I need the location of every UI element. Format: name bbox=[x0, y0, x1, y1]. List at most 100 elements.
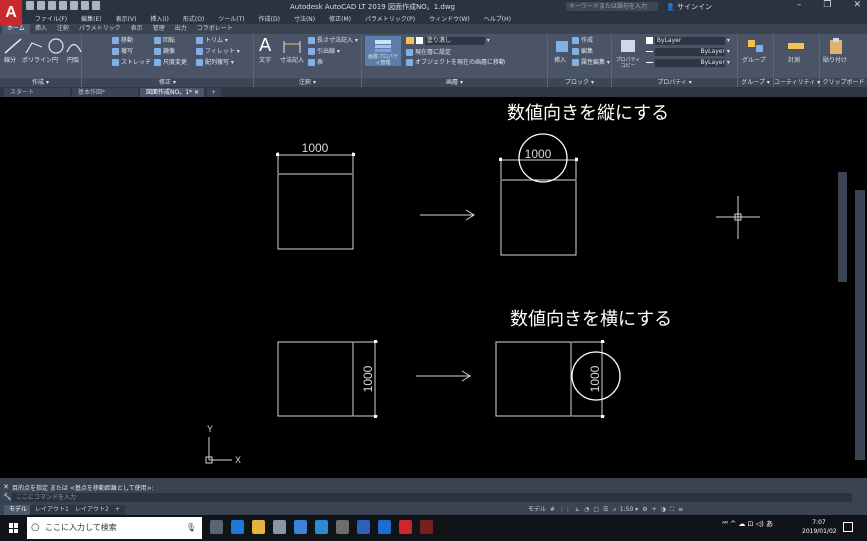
clipboard-panel-title[interactable]: クリップボード bbox=[820, 78, 867, 87]
edit-attributes-button[interactable]: 属性編集 ▾ bbox=[572, 59, 610, 67]
add-layout-button[interactable]: + bbox=[110, 505, 126, 515]
match-properties-label[interactable]: プロパティコピー bbox=[614, 57, 642, 69]
table-button[interactable]: 表 bbox=[308, 59, 323, 67]
square-3[interactable] bbox=[277, 341, 354, 417]
annotation-panel-title[interactable]: 注釈 ▾ bbox=[254, 78, 361, 87]
autocad-taskbar-icon[interactable] bbox=[399, 520, 412, 534]
insert-label[interactable]: 挿入 bbox=[554, 57, 566, 65]
insert-block-icon[interactable] bbox=[552, 37, 572, 55]
polar-icon[interactable]: ◔ bbox=[584, 505, 589, 515]
polyline-icon[interactable] bbox=[24, 37, 44, 55]
dimension-label[interactable]: 寸法記入 bbox=[280, 57, 304, 65]
grip-2a[interactable] bbox=[499, 158, 502, 161]
menu-item-2[interactable]: 表示(V) bbox=[109, 14, 144, 23]
dimension-text-4[interactable]: 1000 bbox=[588, 365, 602, 392]
app-icon-3[interactable] bbox=[420, 520, 433, 534]
menu-item-10[interactable]: ウィンドウ(W) bbox=[422, 14, 477, 23]
color-dropdown[interactable]: ByLayer ▾ bbox=[646, 37, 730, 45]
mail-icon[interactable] bbox=[273, 520, 286, 534]
group-icon[interactable] bbox=[746, 37, 766, 55]
close-button[interactable]: ✕ bbox=[853, 0, 861, 10]
square-2[interactable] bbox=[500, 179, 577, 256]
close-tab-icon[interactable]: ✕ bbox=[194, 89, 199, 96]
properties-panel-title[interactable]: プロパティ ▾ bbox=[612, 78, 737, 87]
taskbar-search-input[interactable]: ○ ここに入力して検索 🎙 bbox=[27, 517, 202, 539]
undo-icon[interactable] bbox=[81, 1, 89, 10]
menu-item-6[interactable]: 作成(D) bbox=[252, 14, 287, 23]
dimension-icon[interactable] bbox=[282, 38, 302, 56]
properties-palette-tab[interactable] bbox=[838, 172, 847, 282]
stretch-button[interactable]: ストレッチ bbox=[112, 59, 151, 67]
save-icon[interactable] bbox=[48, 1, 56, 10]
linetype-dropdown[interactable]: ByLayer ▾ bbox=[646, 59, 730, 67]
dimension-text-1[interactable]: 1000 bbox=[302, 141, 329, 155]
customize-icon[interactable]: ≡ bbox=[678, 505, 683, 515]
mirror-button[interactable]: 鏡像 bbox=[154, 48, 175, 56]
menu-item-5[interactable]: ツール(T) bbox=[211, 14, 251, 23]
linear-dimension-button[interactable]: 長さ寸法記入 ▾ bbox=[308, 37, 358, 45]
close-command-icon[interactable]: ✕ bbox=[3, 483, 9, 491]
task-view-icon[interactable] bbox=[210, 520, 223, 534]
ribbon-tab-0[interactable]: ホーム bbox=[2, 24, 30, 34]
minimize-button[interactable]: – bbox=[797, 0, 802, 10]
leader-button[interactable]: 引出線 ▾ bbox=[308, 48, 340, 56]
text-label[interactable]: 文字 bbox=[259, 57, 271, 65]
app-icon-2[interactable] bbox=[357, 520, 370, 534]
media-icon[interactable] bbox=[336, 520, 349, 534]
menu-item-1[interactable]: 編集(E) bbox=[74, 14, 108, 23]
trim-button[interactable]: トリム ▾ bbox=[196, 37, 228, 45]
layout-tab-layout1[interactable]: レイアウト1 bbox=[30, 505, 74, 515]
set-current-layer-button[interactable]: 現在層に設定 bbox=[406, 49, 451, 57]
paste-icon[interactable] bbox=[826, 37, 846, 55]
fullscreen-icon[interactable]: ⛶ bbox=[670, 505, 674, 515]
redo-icon[interactable] bbox=[92, 1, 100, 10]
grip-2b[interactable] bbox=[575, 158, 578, 161]
layout-tab-layout2[interactable]: レイアウト2 bbox=[70, 505, 114, 515]
drawing-canvas[interactable]: 1000 1000 1000 1000 Y X 数値向きを縦にする 数値向きを横… bbox=[0, 97, 867, 478]
move-to-layer-button[interactable]: オブジェクトを現在の画層に移動 bbox=[406, 59, 505, 67]
gear-icon[interactable]: ⚙ bbox=[642, 505, 647, 515]
menu-item-9[interactable]: パラメトリック(P) bbox=[358, 14, 422, 23]
fillet-button[interactable]: フィレット ▾ bbox=[196, 48, 240, 56]
command-input[interactable]: ここにコマンドを入力 bbox=[12, 493, 852, 502]
keyword-search-input[interactable]: キーワードまたは語句を入力 bbox=[566, 2, 658, 11]
create-block-button[interactable]: 作成 bbox=[572, 37, 593, 45]
arc-button-label[interactable]: 円弧 bbox=[67, 57, 79, 65]
grip-1a[interactable] bbox=[276, 153, 279, 156]
navigation-bar[interactable] bbox=[855, 190, 865, 460]
notification-icon[interactable] bbox=[843, 522, 853, 532]
plot-icon[interactable] bbox=[70, 1, 78, 10]
save-as-icon[interactable] bbox=[59, 1, 67, 10]
store-icon[interactable] bbox=[294, 520, 307, 534]
grip-4b[interactable] bbox=[601, 415, 604, 418]
menu-item-11[interactable]: ヘルプ(H) bbox=[477, 14, 518, 23]
square-1[interactable] bbox=[277, 173, 354, 250]
lineweight-dropdown[interactable]: ByLayer ▾ bbox=[646, 48, 730, 56]
layer-dropdown[interactable]: 塗り潰し ▾ bbox=[406, 37, 490, 45]
copy-button[interactable]: 複写 bbox=[112, 48, 133, 56]
layers-panel-title[interactable]: 画層 ▾ bbox=[362, 78, 547, 87]
arc-icon[interactable] bbox=[64, 37, 84, 55]
dimension-text-2[interactable]: 1000 bbox=[525, 147, 552, 161]
grid-icon[interactable]: # bbox=[550, 505, 555, 515]
windows-start-icon[interactable] bbox=[9, 523, 19, 533]
grip-3b[interactable] bbox=[374, 415, 377, 418]
ribbon-tab-2[interactable]: 注釈 bbox=[52, 24, 74, 34]
annotation-scale-value[interactable]: 1:50 ▾ bbox=[620, 505, 638, 515]
array-button[interactable]: 配列複写 ▾ bbox=[196, 59, 234, 67]
edit-block-button[interactable]: 編集 bbox=[572, 48, 593, 56]
modify-panel-title[interactable]: 修正 ▾ bbox=[82, 78, 253, 87]
clock[interactable]: 7:07 2019/01/02 bbox=[802, 518, 837, 536]
ribbon-tab-7[interactable]: コラボレート bbox=[192, 24, 238, 34]
app-icon-1[interactable] bbox=[315, 520, 328, 534]
osnap-icon[interactable]: ▢ bbox=[593, 505, 599, 515]
internet-explorer-icon[interactable] bbox=[378, 520, 391, 534]
menu-item-7[interactable]: 寸法(N) bbox=[287, 14, 322, 23]
layer-properties-button[interactable]: 画層プロパティ管理 bbox=[365, 36, 401, 66]
match-properties-icon[interactable] bbox=[618, 37, 638, 55]
square-4[interactable] bbox=[495, 341, 572, 417]
lineweight-toggle-icon[interactable]: ☰ bbox=[603, 505, 608, 515]
text-icon[interactable]: A bbox=[259, 36, 271, 56]
utilities-panel-title[interactable]: ユーティリティ ▾ bbox=[774, 78, 820, 87]
app-menu-button[interactable]: A bbox=[0, 0, 22, 25]
